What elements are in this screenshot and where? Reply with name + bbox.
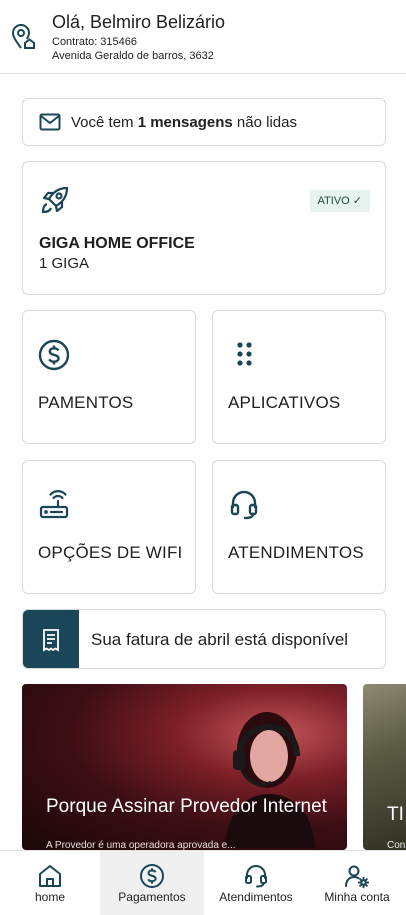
promo-banner-next-subtitle: Con [387,840,406,850]
receipt-icon [39,628,63,652]
messages-suffix: não lidas [232,114,297,131]
wifi-options-tile-label: OPÇÕES DE WIFI [38,543,183,562]
nav-account-label: Minha conta [324,890,390,904]
invoice-notice-card[interactable]: Sua fatura de abril está disponível [22,609,386,669]
nav-payments[interactable]: Pagamentos [100,851,204,915]
promo-banner-next-title: TI [387,804,404,825]
promo-banner[interactable]: Porque Assinar Provedor Internet A Prove… [22,684,347,850]
nav-payments-label: Pagamentos [118,890,186,904]
dollar-circle-icon [38,339,70,371]
promo-banner-subtitle: A Provedor é uma operadora aprovada e... [46,840,236,850]
bottom-navigation: home Pagamentos Atendimentos Minha conta [0,850,406,915]
rocket-icon [39,184,71,216]
support-tile[interactable]: ATENDIMENTOS [212,460,386,594]
dots-grid-icon [228,339,260,371]
promo-banner-title: Porque Assinar Provedor Internet [46,796,327,817]
location-home-icon[interactable] [10,24,38,50]
apps-tile-label: APLICATIVOS [228,393,341,412]
greeting-text: Olá, Belmiro Belizário [52,12,226,32]
status-badge: ATIVO ✓ [309,190,370,212]
apps-tile[interactable]: APLICATIVOS [212,310,386,444]
unread-messages-text: Você tem 1 mensagens não lidas [71,114,297,131]
plan-card[interactable]: ATIVO ✓ GIGA HOME OFFICE 1 GIGA [22,161,386,295]
user-settings-icon [344,863,370,889]
plan-speed: 1 GIGA [39,255,90,272]
mail-icon [39,112,61,132]
home-icon [37,863,63,889]
wifi-options-tile[interactable]: OPÇÕES DE WIFI [22,460,196,594]
messages-count: 1 mensagens [137,114,233,131]
router-icon [38,489,70,521]
app-header: Olá, Belmiro Belizário Contrato: 315466 … [0,0,406,74]
contract-number: Contrato: 315466 [52,36,138,48]
headset-person-image [209,698,319,848]
headset-icon [228,489,260,521]
messages-prefix: Você tem [71,114,138,131]
nav-home[interactable]: home [0,851,100,915]
payments-tile[interactable]: PAMENTOS [22,310,196,444]
address-text: Avenida Geraldo de barros, 3632 [52,50,214,62]
headset-icon [243,863,269,889]
invoice-notice-text: Sua fatura de abril está disponível [91,630,349,649]
nav-account[interactable]: Minha conta [308,851,406,915]
plan-name: GIGA HOME OFFICE [39,235,195,252]
promo-banner-next[interactable]: TI Con [363,684,406,850]
payments-tile-label: PAMENTOS [38,393,134,412]
nav-home-label: home [34,890,66,904]
unread-messages-card[interactable]: Você tem 1 mensagens não lidas [22,98,386,146]
nav-support[interactable]: Atendimentos [204,851,308,915]
nav-support-label: Atendimentos [219,890,293,904]
dollar-circle-icon [139,863,165,889]
support-tile-label: ATENDIMENTOS [228,543,364,562]
